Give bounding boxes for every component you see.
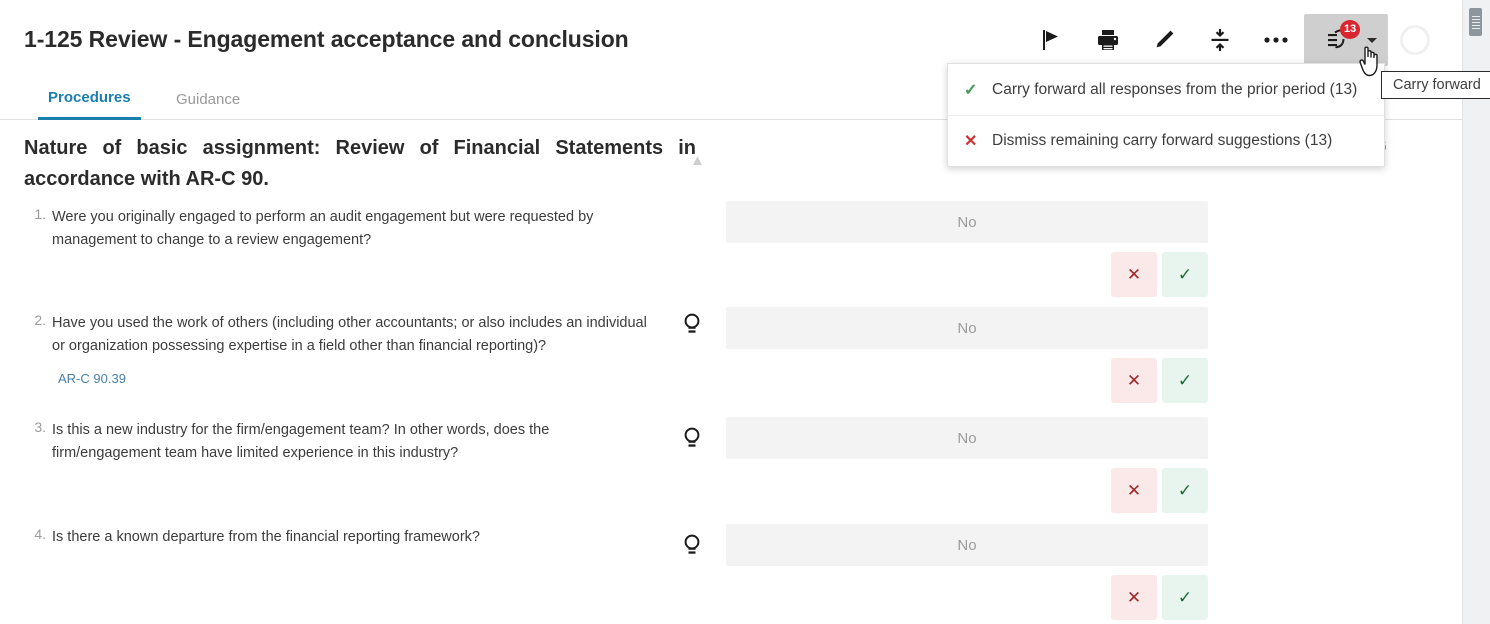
signoff-status-circle[interactable] xyxy=(1400,25,1430,55)
carry-forward-actions: ✕ ✓ xyxy=(1111,252,1208,297)
cross-icon: ✕ xyxy=(964,131,992,151)
flag-button[interactable] xyxy=(1024,14,1080,66)
question-body: Have you used the work of others (includ… xyxy=(52,315,647,354)
menu-item-label: Dismiss remaining carry forward suggesti… xyxy=(992,132,1332,150)
collapse-icon xyxy=(1209,28,1231,52)
carry-forward-dropdown-menu: ✓ Carry forward all responses from the p… xyxy=(947,63,1385,167)
carry-forward-actions: ✕ ✓ xyxy=(1111,575,1208,620)
carry-forward-badge: 13 xyxy=(1340,20,1360,39)
carry-forward-tooltip: Carry forward xyxy=(1381,71,1490,99)
tab-procedures[interactable]: Procedures xyxy=(38,78,141,120)
question-number: 2. xyxy=(24,312,46,328)
answer-field[interactable]: No xyxy=(726,201,1208,243)
question-text: Is this a new industry for the firm/enga… xyxy=(52,419,662,465)
carry-forward-actions: ✕ ✓ xyxy=(1111,358,1208,403)
question-text: Is there a known departure from the fina… xyxy=(52,526,662,549)
page-title: 1-125 Review - Engagement acceptance and… xyxy=(24,26,629,53)
chevron-up-icon[interactable]: ▲ xyxy=(690,153,705,168)
accept-suggestion-button[interactable]: ✓ xyxy=(1162,252,1208,297)
section-heading: Nature of basic assignment: Review of Fi… xyxy=(24,133,696,195)
flag-icon xyxy=(1041,28,1063,52)
collapse-all-button[interactable] xyxy=(1192,14,1248,66)
question-number: 4. xyxy=(24,526,46,542)
lightbulb-icon[interactable] xyxy=(681,312,703,336)
print-button[interactable] xyxy=(1080,14,1136,66)
reject-suggestion-button[interactable]: ✕ xyxy=(1111,468,1157,513)
edit-button[interactable] xyxy=(1136,14,1192,66)
reject-suggestion-button[interactable]: ✕ xyxy=(1111,358,1157,403)
question-text: Have you used the work of others (includ… xyxy=(52,312,662,390)
tab-guidance[interactable]: Guidance xyxy=(166,78,250,120)
procedures-content: Nature of basic assignment: Review of Fi… xyxy=(0,121,1462,624)
question-reference-link[interactable]: AR-C 90.39 xyxy=(58,367,662,390)
reject-suggestion-button[interactable]: ✕ xyxy=(1111,575,1157,620)
reject-suggestion-button[interactable]: ✕ xyxy=(1111,252,1157,297)
carry-forward-button[interactable]: 13 xyxy=(1304,14,1388,66)
lightbulb-icon[interactable] xyxy=(681,426,703,450)
carry-forward-actions: ✕ ✓ xyxy=(1111,468,1208,513)
accept-suggestion-button[interactable]: ✓ xyxy=(1162,358,1208,403)
chevron-down-icon xyxy=(1367,38,1377,43)
panel-resize-grip[interactable] xyxy=(1469,8,1482,36)
procedure-checklist-page: 1-125 Review - Engagement acceptance and… xyxy=(0,0,1490,624)
menu-item-dismiss-suggestions[interactable]: ✕ Dismiss remaining carry forward sugges… xyxy=(948,115,1384,166)
pencil-icon xyxy=(1152,28,1176,52)
check-icon: ✓ xyxy=(964,80,992,100)
lightbulb-icon[interactable] xyxy=(681,533,703,557)
menu-item-label: Carry forward all responses from the pri… xyxy=(992,81,1357,99)
accept-suggestion-button[interactable]: ✓ xyxy=(1162,575,1208,620)
more-options-button[interactable] xyxy=(1248,14,1304,66)
question-number: 3. xyxy=(24,419,46,435)
answer-field[interactable]: No xyxy=(726,307,1208,349)
answer-field[interactable]: No xyxy=(726,417,1208,459)
more-options-icon xyxy=(1263,36,1289,44)
question-number: 1. xyxy=(24,206,46,222)
accept-suggestion-button[interactable]: ✓ xyxy=(1162,468,1208,513)
menu-item-carry-forward-all[interactable]: ✓ Carry forward all responses from the p… xyxy=(948,64,1384,115)
print-icon xyxy=(1096,29,1120,51)
question-text: Were you originally engaged to perform a… xyxy=(52,206,662,252)
header-toolbar: 13 xyxy=(1024,14,1430,66)
answer-field[interactable]: No xyxy=(726,524,1208,566)
